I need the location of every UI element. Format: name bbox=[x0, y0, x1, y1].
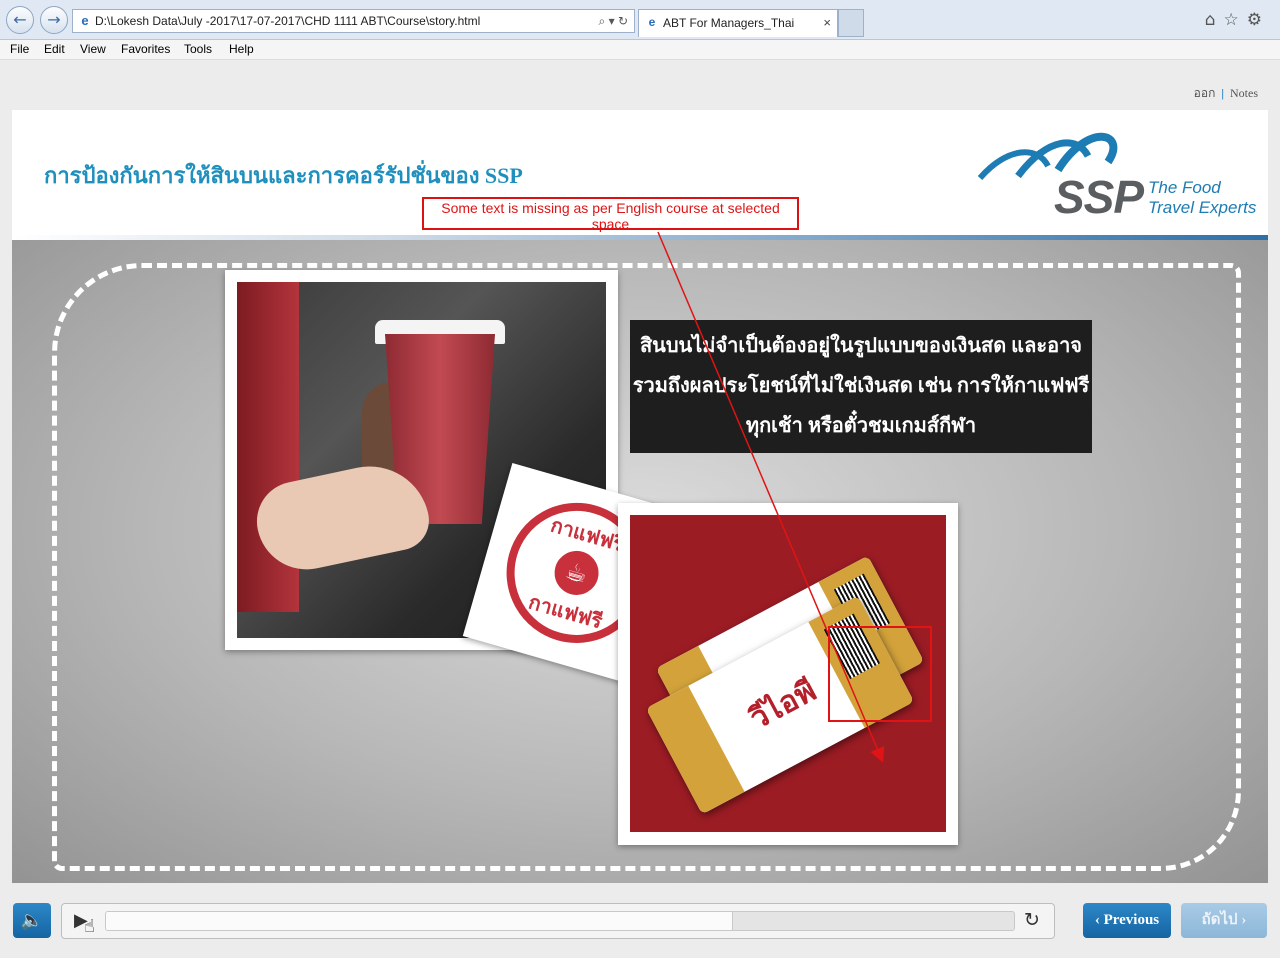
menu-help[interactable]: Help bbox=[229, 42, 254, 56]
address-tools-icons[interactable]: ⌕ ▾ ↻ bbox=[599, 10, 628, 32]
link-separator: | bbox=[1221, 86, 1224, 100]
menu-file[interactable]: File bbox=[10, 42, 29, 56]
logo-brand: SSP bbox=[1054, 171, 1144, 223]
replay-icon[interactable]: ↻ bbox=[1024, 909, 1040, 931]
slide-title: การป้องกันการให้สินบนและการคอร์รัปชั่นขอ… bbox=[44, 163, 523, 188]
exit-link[interactable]: ออก bbox=[1194, 86, 1216, 100]
info-text-line-2: รวมถึงผลประโยชน์ที่ไม่ใช่เงินสด เช่น การ… bbox=[632, 375, 1090, 397]
logo-tagline-2: Travel Experts bbox=[1148, 198, 1257, 217]
browser-tab[interactable]: e ABT For Managers_Thai × bbox=[638, 9, 838, 37]
info-text-line-1: สินบนไม่จำเป็นต้องอยู่ในรูปแบบของเงินสด … bbox=[639, 335, 1083, 357]
tab-ie-icon: e bbox=[648, 15, 656, 29]
tab-title: ABT For Managers_Thai bbox=[663, 16, 795, 30]
ie-page-icon: e bbox=[81, 13, 89, 28]
browser-toolbar: ← → e D:\Lokesh Data\July -2017\17-07-20… bbox=[0, 0, 1280, 40]
back-arrow-icon[interactable]: ← bbox=[6, 6, 34, 34]
vip-ticket-text: วีไอพี bbox=[744, 674, 822, 736]
menu-edit[interactable]: Edit bbox=[44, 42, 65, 56]
notes-link[interactable]: Notes bbox=[1230, 86, 1258, 100]
info-text-line-3: ทุกเช้า หรือตั๋วชมเกมส์กีฬา bbox=[745, 415, 977, 437]
logo-tagline: The Food Travel Experts bbox=[1148, 178, 1256, 218]
ticket-gold-stub bbox=[645, 685, 745, 815]
highlighted-space bbox=[828, 626, 932, 722]
seekbar-track[interactable] bbox=[105, 911, 1015, 931]
previous-label: Previous bbox=[1103, 912, 1160, 928]
volume-icon[interactable]: 🔈 bbox=[13, 903, 51, 938]
forward-arrow-icon[interactable]: → bbox=[40, 6, 68, 34]
tab-close-icon[interactable]: × bbox=[823, 10, 831, 36]
player-top-links: ออก | Notes bbox=[1194, 84, 1258, 103]
stamp-text-bottom: กาแฟฟรี bbox=[526, 591, 605, 634]
address-text: D:\Lokesh Data\July -2017\17-07-2017\CHD… bbox=[95, 14, 481, 28]
menu-favorites[interactable]: Favorites bbox=[121, 42, 170, 56]
new-tab-button[interactable] bbox=[838, 9, 864, 37]
menu-view[interactable]: View bbox=[80, 42, 106, 56]
slide-stage: กาแฟฟรี ☕ กาแฟฟรี สินบนไม่จำเป็นต้องอยู่… bbox=[12, 240, 1268, 883]
mouse-cursor-icon: ☝ bbox=[84, 916, 95, 937]
menu-tools[interactable]: Tools bbox=[184, 42, 212, 56]
seekbar-container: ▶ ↻ bbox=[61, 903, 1055, 939]
review-note: Some text is missing as per English cour… bbox=[422, 197, 799, 232]
logo-tagline-1: The Food bbox=[1148, 178, 1221, 197]
next-button[interactable]: ถัดไป › bbox=[1181, 903, 1267, 938]
next-label: ถัดไป bbox=[1201, 912, 1238, 928]
address-bar[interactable]: e D:\Lokesh Data\July -2017\17-07-2017\C… bbox=[72, 9, 635, 33]
stamp-text-top: กาแฟฟรี bbox=[548, 514, 627, 557]
previous-button[interactable]: ‹ Previous bbox=[1083, 903, 1171, 938]
menu-bar: File Edit View Favorites Tools Help bbox=[0, 40, 1280, 60]
info-text-box: สินบนไม่จำเป็นต้องอยู่ในรูปแบบของเงินสด … bbox=[630, 320, 1092, 453]
seekbar-progress bbox=[106, 912, 733, 930]
ssp-logo: SSP The Food Travel Experts bbox=[978, 126, 1258, 223]
home-favorites-settings-icons[interactable]: ⌂☆⚙ bbox=[1205, 10, 1270, 30]
